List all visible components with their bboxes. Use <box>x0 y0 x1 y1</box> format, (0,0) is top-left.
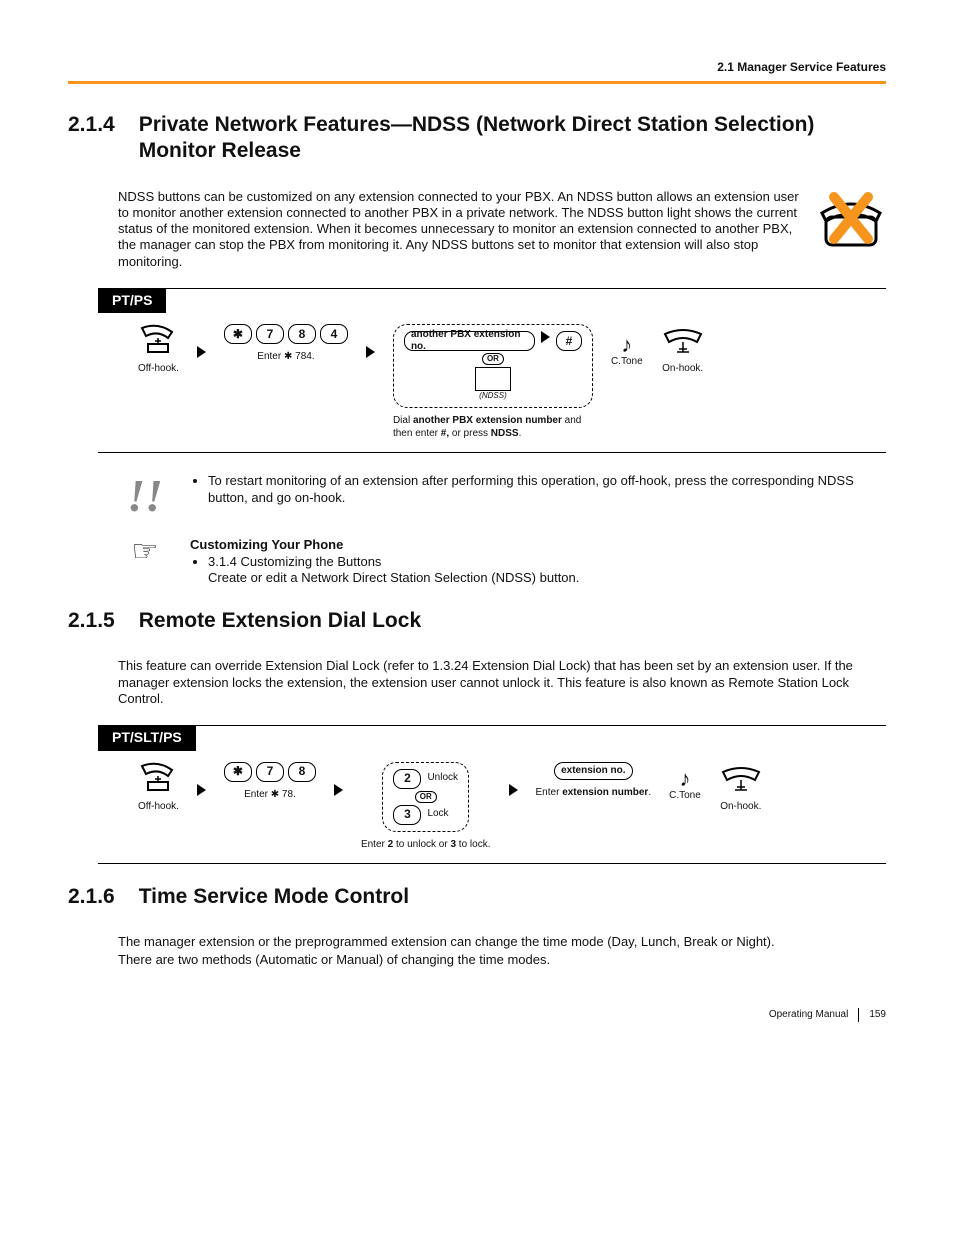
arrow-icon <box>366 346 375 358</box>
step-dial-option: another PBX extension no. # OR (NDSS) Di… <box>393 324 593 440</box>
heading-215: 2.1.5 Remote Extension Dial Lock <box>68 608 886 634</box>
step-caption: On-hook. <box>662 362 703 375</box>
step-onhook: On-hook. <box>661 324 705 375</box>
note-restart: !! To restart monitoring of an extension… <box>68 473 886 519</box>
unlock-label: Unlock <box>427 772 458 785</box>
p1-216: The manager extension or the preprogramm… <box>68 934 886 950</box>
diagram-label: PT/SLT/PS <box>98 725 196 751</box>
key-7-icon: 7 <box>256 324 284 344</box>
page-header: 2.1 Manager Service Features <box>68 60 886 84</box>
heading-214: 2.1.4 Private Network Features—NDSS (Net… <box>68 112 886 165</box>
music-note-icon: ♪ <box>621 334 632 356</box>
key-8-icon: 8 <box>288 324 316 344</box>
confirmation-tone: ♪ C.Tone <box>669 768 701 803</box>
custom-title: Customizing Your Phone <box>190 537 343 552</box>
step-lock-option: 2 Unlock OR 3 Lock Enter 2 to unlock or … <box>361 762 491 851</box>
diagram-label: PT/PS <box>98 288 166 314</box>
handset-onhook-icon <box>719 762 763 794</box>
footer-separator <box>858 1008 859 1022</box>
arrow-icon <box>541 331 550 343</box>
handset-offhook-icon <box>138 762 178 794</box>
arrow-icon <box>334 784 343 796</box>
step-caption: Off-hook. <box>138 800 179 813</box>
heading-number: 2.1.5 <box>68 608 115 634</box>
page-number: 159 <box>869 1009 886 1022</box>
heading-title: Private Network Features—NDSS (Network D… <box>139 112 886 165</box>
pointing-hand-icon: ☞ <box>132 537 159 567</box>
step-offhook: Off-hook. <box>138 762 179 813</box>
key-3-icon: 3 <box>393 805 421 825</box>
ctone-label: C.Tone <box>611 356 643 369</box>
intro-text: NDSS buttons can be customized on any ex… <box>118 189 804 270</box>
or-label: OR <box>482 353 504 365</box>
step-caption: Dial another PBX extension number and th… <box>393 414 593 440</box>
page-footer: Operating Manual 159 <box>68 1008 886 1022</box>
lock-label: Lock <box>427 808 448 821</box>
diagram-214: PT/PS Off-hook. ✱ 7 8 4 Enter ✱ 784. <box>98 288 886 454</box>
arrow-icon <box>197 784 206 796</box>
step-caption: Enter 2 to unlock or 3 to lock. <box>361 838 491 851</box>
key-2-icon: 2 <box>393 769 421 789</box>
step-caption: On-hook. <box>720 800 761 813</box>
ndss-caption: (NDSS) <box>479 391 507 401</box>
diagram-215: PT/SLT/PS Off-hook. ✱ 7 8 Enter ✱ 78. <box>98 725 886 864</box>
custom-bullet: 3.1.4 Customizing the Buttons Create or … <box>208 554 886 587</box>
manual-name: Operating Manual <box>769 1009 849 1022</box>
section-reference: 2.1 Manager Service Features <box>717 60 886 74</box>
step-caption: Enter ✱ 78. <box>244 788 296 801</box>
handset-offhook-icon <box>138 324 178 356</box>
exclamation-icon: !! <box>127 473 163 519</box>
key-star-icon: ✱ <box>224 762 252 782</box>
ctone-label: C.Tone <box>669 790 701 803</box>
heading-number: 2.1.4 <box>68 112 115 165</box>
step-onhook: On-hook. <box>719 762 763 813</box>
confirmation-tone: ♪ C.Tone <box>611 334 643 369</box>
note-customizing: ☞ Customizing Your Phone 3.1.4 Customizi… <box>68 537 886 590</box>
step-enter-code: ✱ 7 8 Enter ✱ 78. <box>224 762 316 801</box>
step-caption: Off-hook. <box>138 362 179 375</box>
intro-214: NDSS buttons can be customized on any ex… <box>68 189 886 270</box>
arrow-icon <box>197 346 206 358</box>
arrow-icon <box>509 784 518 796</box>
option-ext-no: another PBX extension no. <box>404 331 535 351</box>
step-caption: Enter extension number. <box>536 786 652 799</box>
ndss-button-icon <box>475 367 511 391</box>
step-enter-code: ✱ 7 8 4 Enter ✱ 784. <box>224 324 348 363</box>
key-hash-icon: # <box>556 331 582 351</box>
heading-title: Remote Extension Dial Lock <box>139 608 886 634</box>
heading-number: 2.1.6 <box>68 884 115 910</box>
phone-x-icon <box>816 189 886 259</box>
heading-title: Time Service Mode Control <box>139 884 886 910</box>
note-text: To restart monitoring of an extension af… <box>208 473 886 506</box>
step-caption: Enter ✱ 784. <box>257 350 314 363</box>
key-4-icon: 4 <box>320 324 348 344</box>
p2-216: There are two methods (Automatic or Manu… <box>68 952 886 968</box>
intro-215: This feature can override Extension Dial… <box>68 658 886 707</box>
key-7-icon: 7 <box>256 762 284 782</box>
music-note-icon: ♪ <box>679 768 690 790</box>
key-8-icon: 8 <box>288 762 316 782</box>
heading-216: 2.1.6 Time Service Mode Control <box>68 884 886 910</box>
or-label: OR <box>415 791 437 803</box>
key-star-icon: ✱ <box>224 324 252 344</box>
handset-onhook-icon <box>661 324 705 356</box>
step-offhook: Off-hook. <box>138 324 179 375</box>
step-ext-no: extension no. Enter extension number. <box>536 762 652 800</box>
ext-no-field: extension no. <box>554 762 632 781</box>
